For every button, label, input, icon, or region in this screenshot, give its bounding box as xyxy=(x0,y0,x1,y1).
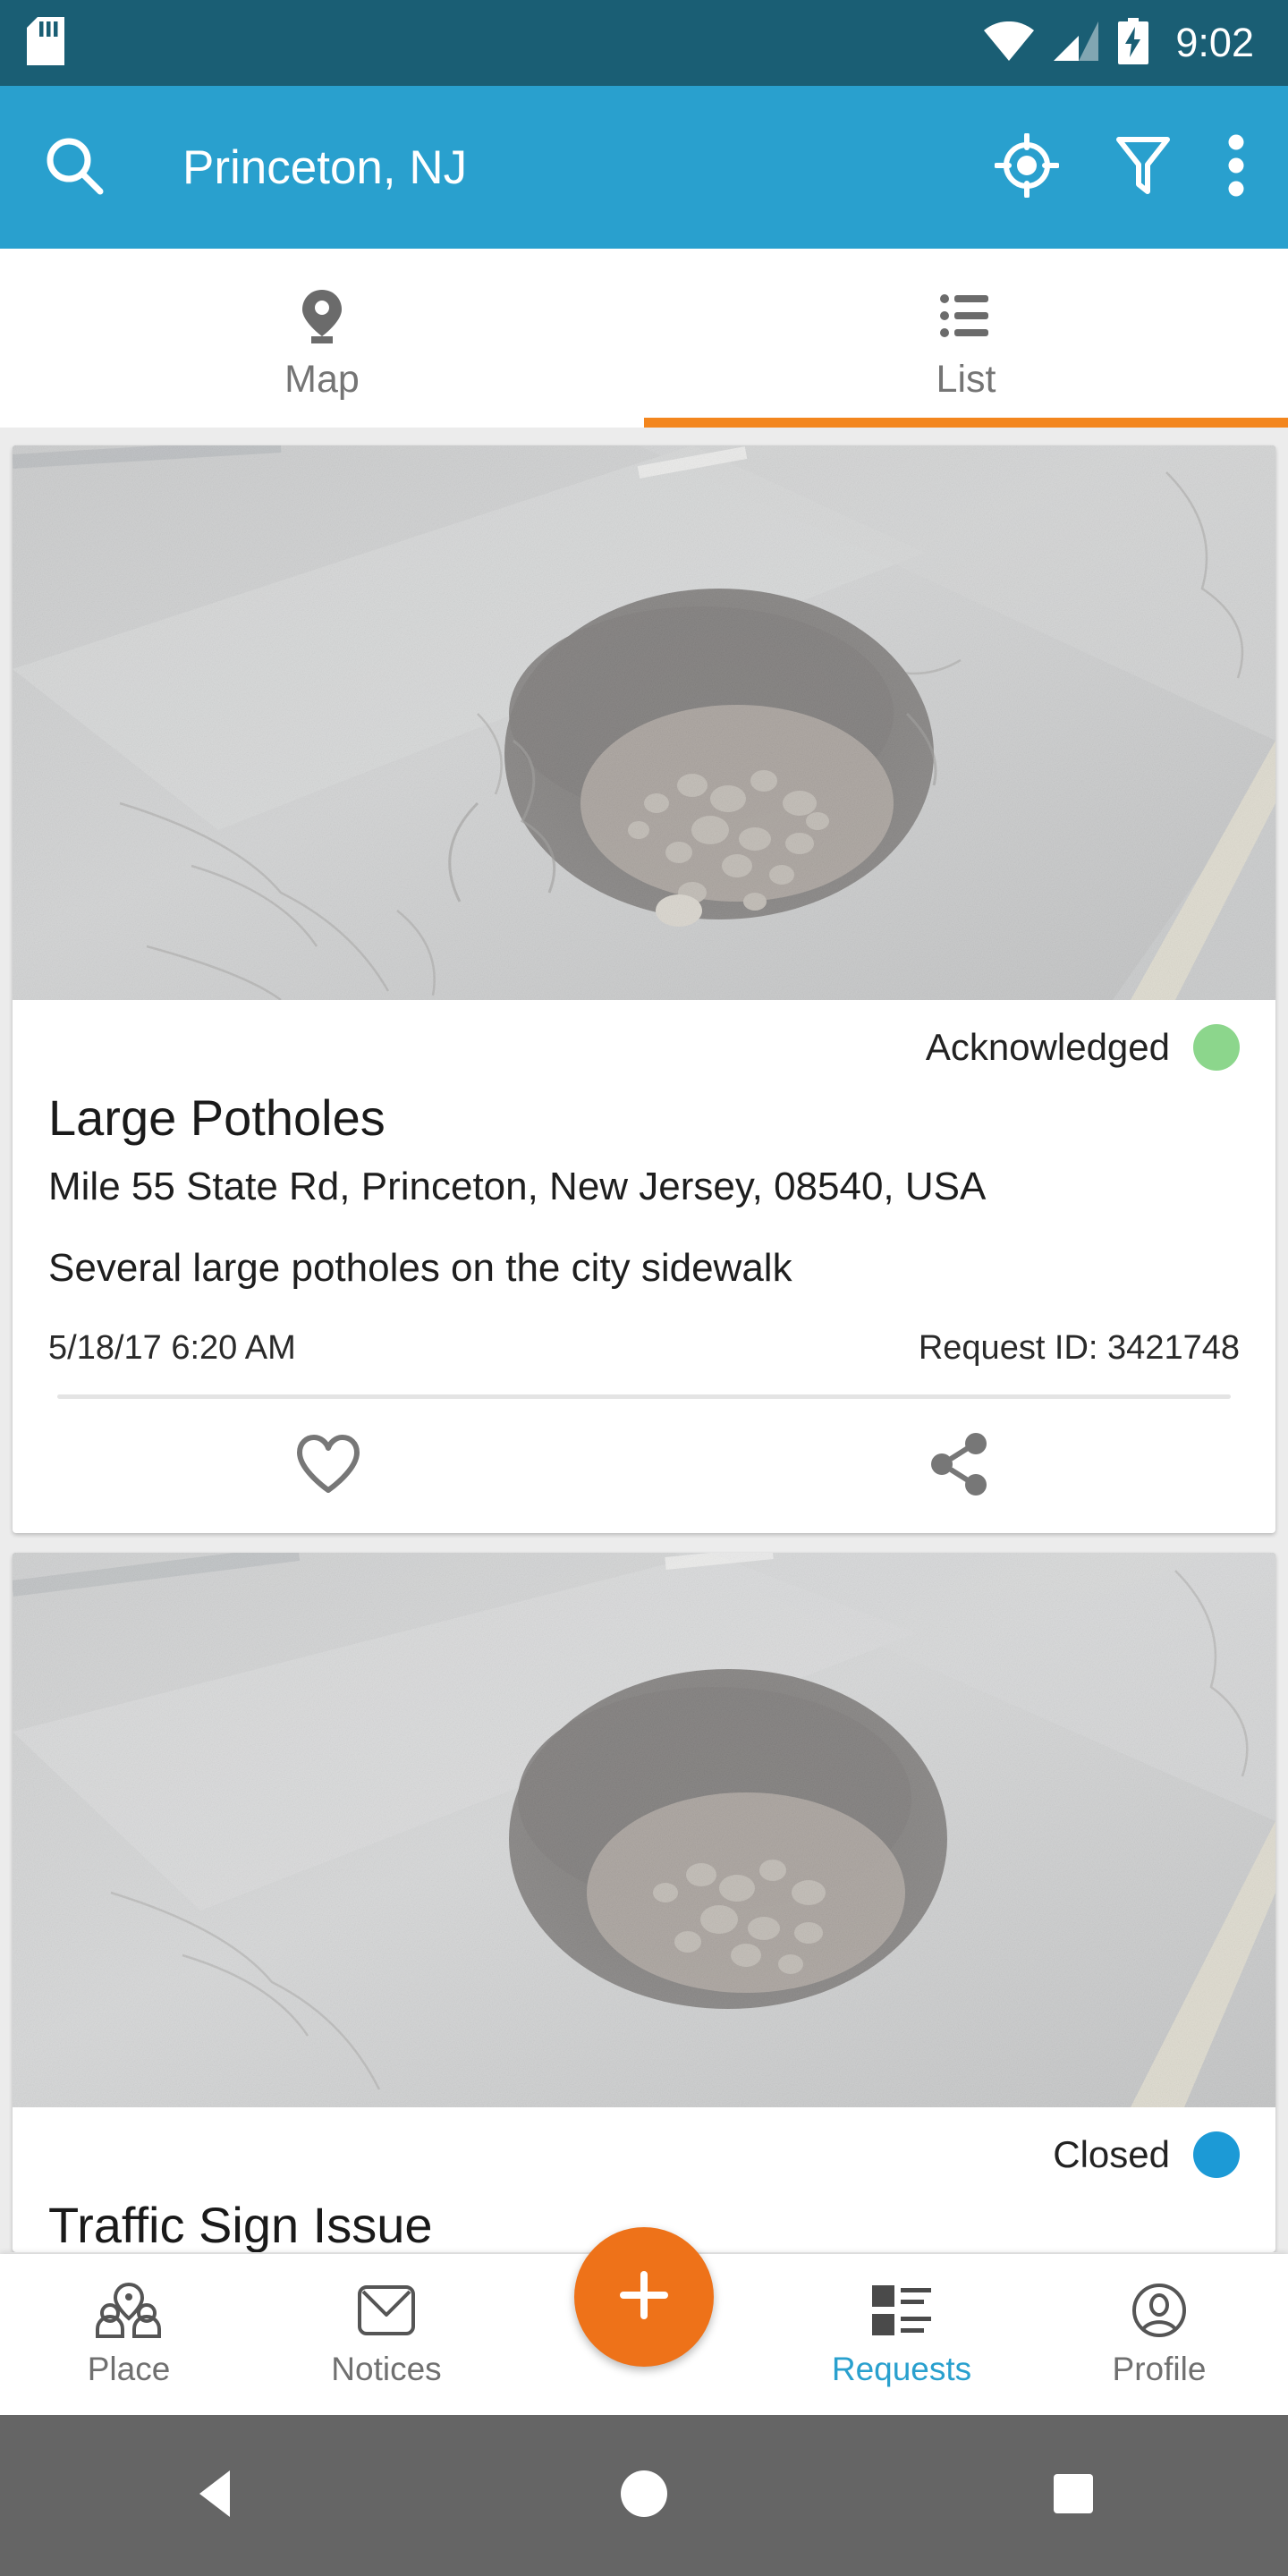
share-button[interactable] xyxy=(644,1432,1275,1501)
nav-label-profile: Profile xyxy=(1112,2351,1207,2387)
battery-charging-icon xyxy=(1118,17,1149,69)
list-icon xyxy=(940,288,992,343)
app-screen: 9:02 Princeton, NJ Map List Acknowledged… xyxy=(0,0,1288,2576)
app-bar: Princeton, NJ xyxy=(0,86,1288,249)
recents-square-icon xyxy=(1051,2471,1096,2521)
sd-card-icon xyxy=(27,16,64,70)
system-back-button[interactable] xyxy=(125,2469,304,2523)
add-request-fab[interactable] xyxy=(574,2227,714,2367)
nav-label-requests: Requests xyxy=(831,2351,972,2387)
share-icon xyxy=(929,1432,990,1501)
status-bar-right: 9:02 xyxy=(984,17,1288,69)
request-list[interactable]: Acknowledged Large Potholes Mile 55 Stat… xyxy=(0,428,1288,2252)
system-navigation-bar xyxy=(0,2415,1288,2576)
nav-item-profile[interactable]: Profile xyxy=(1030,2254,1288,2415)
request-card-body: Acknowledged Large Potholes Mile 55 Stat… xyxy=(13,1000,1275,1368)
filter-button[interactable] xyxy=(1116,134,1170,201)
search-button[interactable] xyxy=(43,134,106,201)
heart-icon xyxy=(296,1434,360,1498)
my-location-icon xyxy=(994,131,1060,202)
request-title: Large Potholes xyxy=(48,1089,386,1146)
nav-item-notices[interactable]: Notices xyxy=(258,2254,515,2415)
card-action-row xyxy=(13,1399,1275,1533)
request-timestamp: 5/18/17 6:20 AM xyxy=(48,1329,296,1368)
status-bar-left xyxy=(0,16,64,70)
plus-icon xyxy=(616,2267,672,2327)
status-badge: Closed xyxy=(1053,2133,1170,2176)
map-pin-icon xyxy=(300,288,344,343)
overflow-menu-button[interactable] xyxy=(1227,133,1245,202)
request-card[interactable]: Closed Traffic Sign Issue xyxy=(13,1553,1275,2252)
request-id: Request ID: 3421748 xyxy=(918,1329,1240,1368)
envelope-icon xyxy=(357,2281,416,2340)
tab-list-label: List xyxy=(936,357,996,401)
wifi-icon xyxy=(984,21,1035,65)
my-location-button[interactable] xyxy=(994,131,1060,202)
requests-list-icon xyxy=(870,2281,933,2340)
back-triangle-icon xyxy=(194,2469,235,2523)
filter-icon xyxy=(1116,134,1170,201)
system-home-button[interactable] xyxy=(555,2468,733,2524)
nav-item-requests[interactable]: Requests xyxy=(773,2254,1030,2415)
nav-label-notices: Notices xyxy=(331,2351,442,2387)
request-meta-row: 5/18/17 6:20 AM Request ID: 3421748 xyxy=(48,1329,1240,1368)
request-card[interactable]: Acknowledged Large Potholes Mile 55 Stat… xyxy=(13,445,1275,1534)
home-circle-icon xyxy=(618,2468,670,2524)
cell-signal-icon xyxy=(1054,21,1099,65)
app-bar-actions xyxy=(994,131,1288,202)
overflow-menu-icon xyxy=(1227,133,1245,202)
status-row: Acknowledged xyxy=(48,1000,1240,1095)
request-address: Mile 55 State Rd, Princeton, New Jersey,… xyxy=(48,1165,987,1209)
status-badge: Acknowledged xyxy=(925,1026,1170,1068)
status-bar: 9:02 xyxy=(0,0,1288,86)
account-circle-icon xyxy=(1131,2281,1187,2340)
tab-active-indicator xyxy=(644,418,1288,428)
favorite-button[interactable] xyxy=(13,1434,644,1498)
tab-bar: Map List xyxy=(0,249,1288,428)
request-photo[interactable] xyxy=(13,1553,1275,2108)
system-recents-button[interactable] xyxy=(984,2471,1163,2521)
request-photo[interactable] xyxy=(13,445,1275,1000)
status-row: Closed xyxy=(48,2107,1240,2202)
nav-label-place: Place xyxy=(87,2351,171,2387)
request-description: Several large potholes on the city sidew… xyxy=(48,1245,792,1290)
pothole-photo xyxy=(13,1553,1275,2108)
app-bar-title: Princeton, NJ xyxy=(182,140,468,194)
status-bar-clock: 9:02 xyxy=(1175,20,1254,65)
status-dot xyxy=(1193,2131,1240,2179)
tab-map-label: Map xyxy=(284,357,360,401)
search-icon xyxy=(43,134,106,201)
nav-item-place[interactable]: Place xyxy=(0,2254,258,2415)
tab-map[interactable]: Map xyxy=(0,249,644,428)
tab-list[interactable]: List xyxy=(644,249,1288,428)
status-dot xyxy=(1193,1024,1240,1071)
pothole-photo xyxy=(13,445,1275,1000)
place-people-icon xyxy=(95,2281,163,2340)
